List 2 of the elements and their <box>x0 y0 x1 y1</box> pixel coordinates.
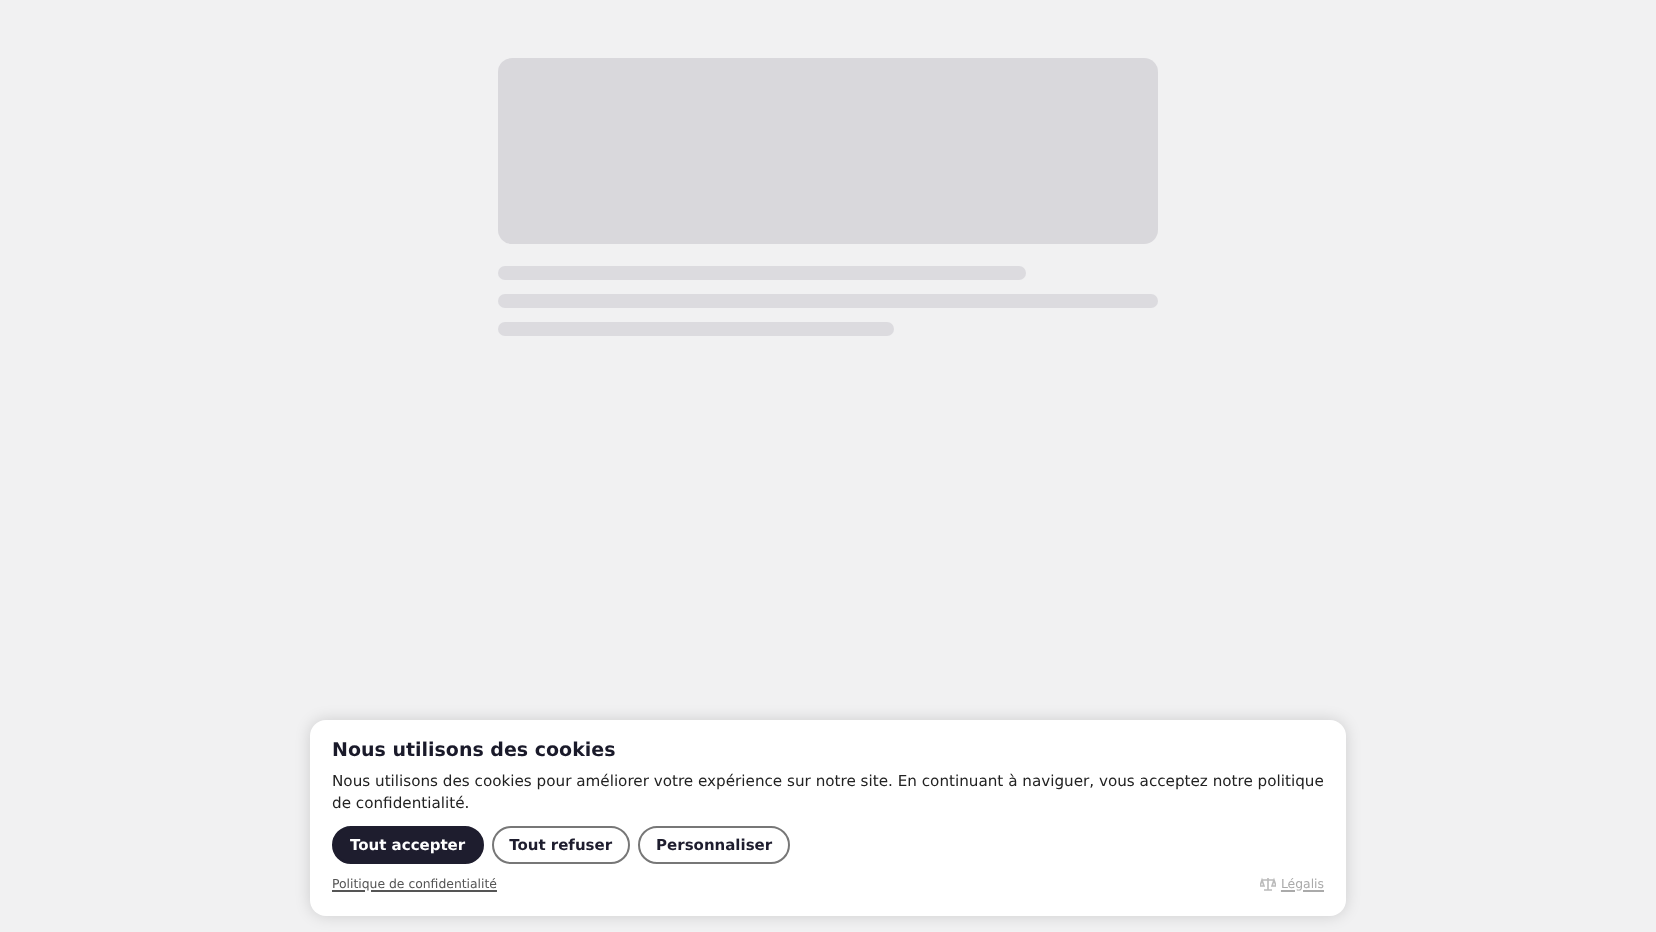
banner-title: Nous utilisons des cookies <box>332 740 618 762</box>
scale-icon <box>1260 876 1277 892</box>
